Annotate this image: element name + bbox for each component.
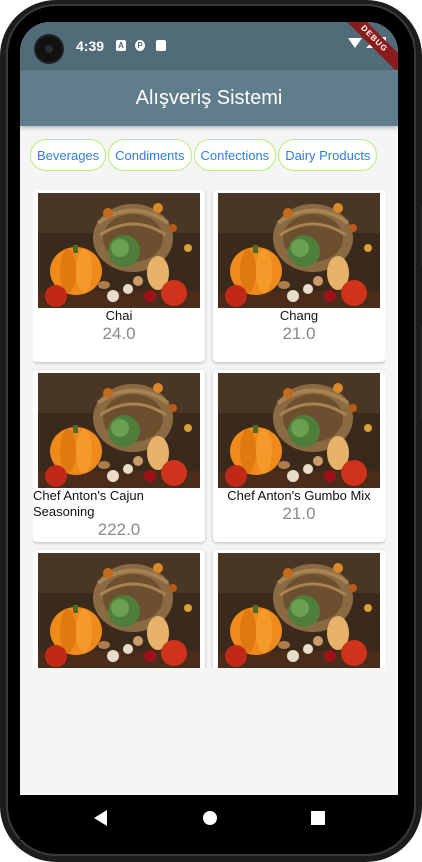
product-name: Chef Anton's Cajun Seasoning: [33, 488, 144, 519]
recent-apps-icon[interactable]: [311, 811, 325, 825]
app-bar: Alışveriş Sistemi: [20, 70, 398, 126]
wifi-icon: [348, 38, 362, 48]
product-name: Chang: [279, 308, 319, 323]
product-price: 222.0: [97, 520, 141, 539]
product-price: 21.0: [282, 324, 316, 343]
product-image: [38, 373, 200, 488]
product-card[interactable]: Chang 21.0: [213, 190, 385, 362]
product-price: 21.0: [282, 504, 316, 523]
product-card[interactable]: [33, 550, 205, 668]
notification-p-icon: P: [135, 40, 145, 51]
front-camera-icon: [34, 34, 64, 64]
category-chip-beverages[interactable]: Beverages: [30, 139, 107, 171]
product-image: [218, 553, 380, 668]
home-icon[interactable]: [203, 811, 217, 825]
status-time: 4:39: [76, 38, 105, 54]
phone-frame: 4:39 A P DEBUG Alışveriş Sistemi Beverag…: [0, 0, 422, 862]
product-image: [218, 373, 380, 488]
product-price: 24.0: [102, 324, 136, 343]
category-chip-condiments[interactable]: Condiments: [108, 139, 192, 171]
product-image: [218, 193, 380, 308]
app-title: Alışveriş Sistemi: [135, 86, 283, 109]
product-name: Chef Anton's Gumbo Mix: [227, 488, 371, 503]
back-icon[interactable]: [94, 810, 107, 826]
category-chips: Beverages Condiments Confections Dairy P…: [30, 139, 378, 175]
product-card[interactable]: [213, 550, 385, 668]
product-name: Chai: [105, 308, 133, 323]
navigation-bar: [20, 795, 398, 840]
sd-card-icon: [156, 40, 166, 51]
status-bar: 4:39 A P DEBUG: [20, 22, 398, 80]
product-card[interactable]: Chef Anton's Cajun Seasoning 222.0: [33, 370, 205, 542]
product-grid: Chai 24.0 Chang 21.0 Chef Anton's Cajun …: [33, 190, 385, 668]
product-card[interactable]: Chef Anton's Gumbo Mix 21.0: [213, 370, 385, 542]
product-image: [38, 193, 200, 308]
screen: 4:39 A P DEBUG Alışveriş Sistemi Beverag…: [20, 22, 398, 840]
product-card[interactable]: Chai 24.0: [33, 190, 205, 362]
category-chip-confections[interactable]: Confections: [193, 139, 277, 171]
category-chip-dairy-products[interactable]: Dairy Products: [278, 139, 378, 171]
product-image: [38, 553, 200, 668]
notification-a-icon: A: [116, 40, 126, 51]
